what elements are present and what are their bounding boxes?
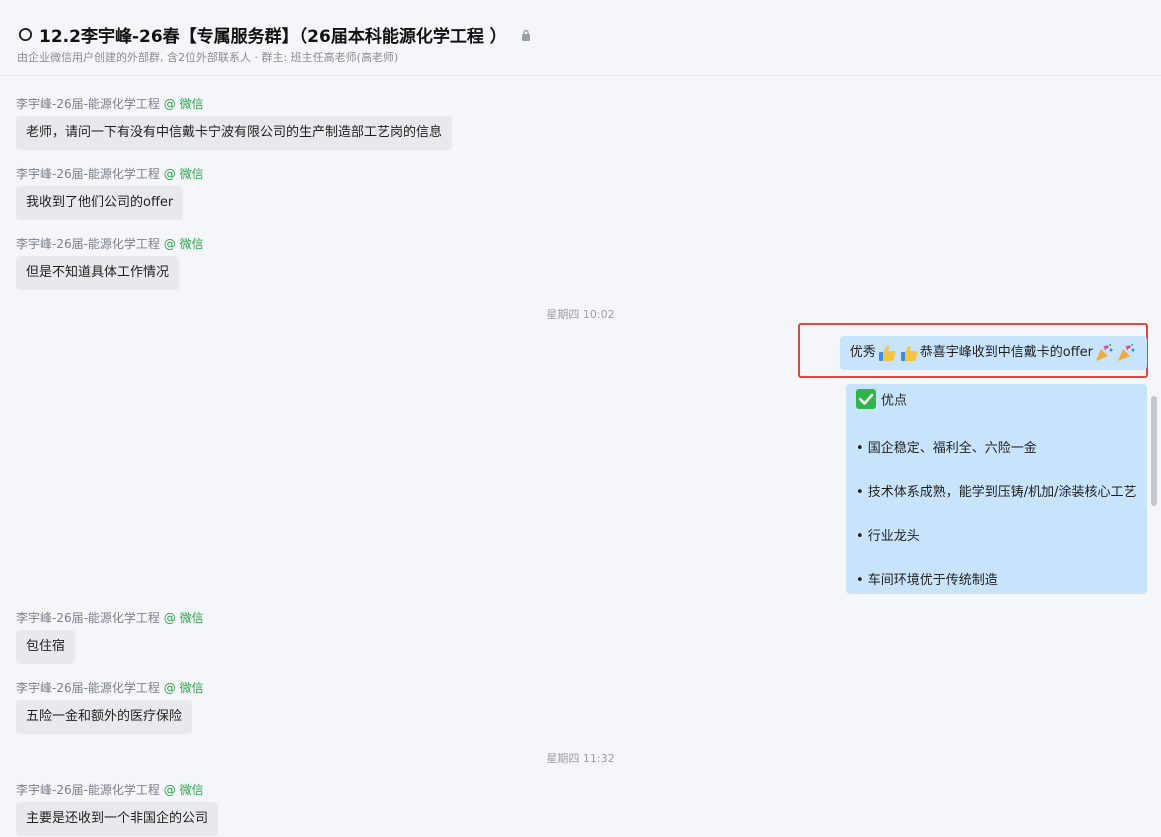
sender-name[interactable]: 李宇峰-26届-能源化学工程 @ 微信	[16, 781, 204, 798]
sender-label: 李宇峰-26届-能源化学工程	[16, 783, 160, 797]
message-bubble[interactable]: 主要是还收到一个非国企的公司	[16, 802, 219, 836]
sender-name[interactable]: 李宇峰-26届-能源化学工程 @ 微信	[16, 165, 204, 182]
timestamp: 星期四 10:02	[546, 308, 615, 321]
wechat-source-tag: @ 微信	[163, 783, 204, 797]
message-bubble[interactable]: 包住宿	[16, 630, 76, 664]
chat-title[interactable]: 12.2李宇峰-26春【专属服务群】（26届本科能源化学工程 ）	[39, 22, 507, 47]
wechat-source-tag: @ 微信	[163, 237, 204, 251]
party-popper-icon	[1118, 344, 1135, 361]
sender-name[interactable]: 李宇峰-26届-能源化学工程 @ 微信	[16, 95, 204, 112]
message-bubble[interactable]: 五险一金和额外的医疗保险	[16, 700, 193, 734]
list-item: • 技术体系成熟，能学到压铸/机加/涂装核心工艺	[856, 485, 1137, 500]
scrollbar-thumb[interactable]	[1151, 396, 1157, 506]
list-item: • 行业龙头	[856, 529, 920, 544]
title-row: 12.2李宇峰-26春【专属服务群】（26届本科能源化学工程 ）	[18, 22, 531, 47]
party-popper-icon	[1096, 344, 1113, 361]
outgoing-message-bubble[interactable]: 优秀 恭喜宇峰收到中信戴卡的offer	[839, 336, 1147, 370]
message-bubble[interactable]: 我收到了他们公司的offer	[16, 186, 184, 220]
chat-header: 12.2李宇峰-26春【专属服务群】（26届本科能源化学工程 ） 由企业微信用户…	[0, 0, 1161, 76]
thumbs-up-icon	[878, 345, 896, 361]
sender-name[interactable]: 李宇峰-26届-能源化学工程 @ 微信	[16, 235, 204, 252]
lock-icon	[521, 29, 530, 41]
sender-label: 李宇峰-26届-能源化学工程	[16, 97, 160, 111]
group-chat-icon	[18, 27, 33, 42]
message-bubble[interactable]: 老师，请问一下有没有中信戴卡宁波有限公司的生产制造部工艺岗的信息	[16, 116, 453, 150]
wechat-source-tag: @ 微信	[163, 167, 204, 181]
wechat-source-tag: @ 微信	[163, 611, 204, 625]
congrats-text: 恭喜宇峰收到中信戴卡的offer	[919, 345, 1093, 360]
list-heading: 优点	[881, 393, 908, 409]
wechat-source-tag: @ 微信	[163, 681, 204, 695]
message-bubble[interactable]: 但是不知道具体工作情况	[16, 256, 180, 290]
outgoing-list-bubble[interactable]: 优点 • 国企稳定、福利全、六险一金 • 技术体系成熟，能学到压铸/机加/涂装核…	[846, 384, 1147, 594]
sender-label: 李宇峰-26届-能源化学工程	[16, 237, 160, 251]
sender-name[interactable]: 李宇峰-26届-能源化学工程 @ 微信	[16, 609, 204, 626]
sender-name[interactable]: 李宇峰-26届-能源化学工程 @ 微信	[16, 679, 204, 696]
sender-label: 李宇峰-26届-能源化学工程	[16, 681, 160, 695]
wechat-source-tag: @ 微信	[163, 97, 204, 111]
list-heading-row: 优点	[856, 389, 907, 409]
list-item: • 国企稳定、福利全、六险一金	[856, 441, 1037, 456]
check-mark-icon	[856, 389, 876, 409]
sender-label: 李宇峰-26届-能源化学工程	[16, 167, 160, 181]
message-list[interactable]: 李宇峰-26届-能源化学工程 @ 微信 老师，请问一下有没有中信戴卡宁波有限公司…	[0, 76, 1161, 837]
sender-label: 李宇峰-26届-能源化学工程	[16, 611, 160, 625]
congrats-prefix: 优秀	[849, 345, 876, 360]
list-item: • 车间环境优于传统制造	[856, 573, 998, 588]
chat-subtitle: 由企业微信用户创建的外部群, 含2位外部联系人 · 群主: 班主任高老师(高老师…	[17, 51, 399, 64]
thumbs-up-icon	[900, 345, 918, 361]
timestamp: 星期四 11:32	[546, 752, 615, 765]
